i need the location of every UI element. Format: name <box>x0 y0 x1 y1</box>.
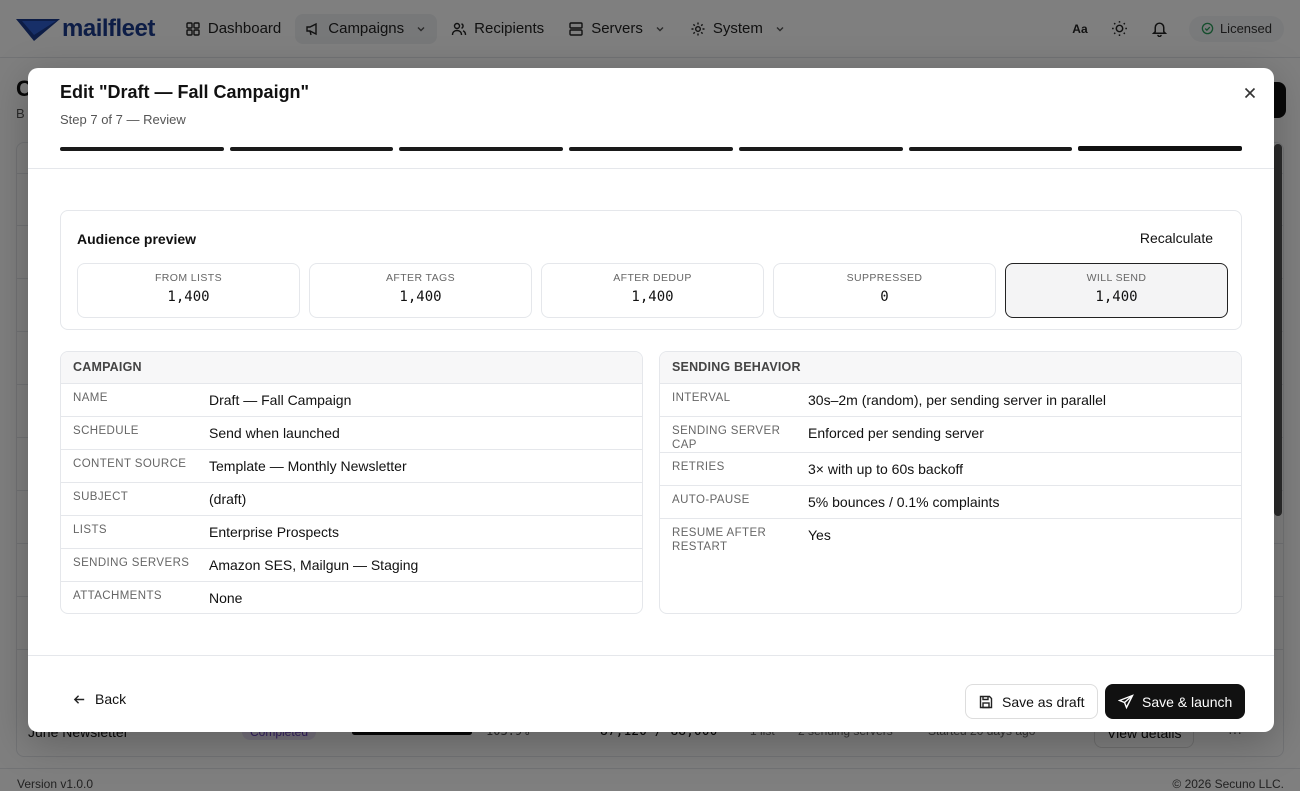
summary-row: Sending server cap Enforced per sending … <box>660 417 1241 453</box>
stat-label: From lists <box>154 272 222 284</box>
summary-key: Retries <box>672 461 725 473</box>
summary-key: Attachments <box>73 590 162 602</box>
stat-value: 1,400 <box>1095 289 1138 305</box>
summary-row: Lists Enterprise Prospects <box>61 516 642 549</box>
summary-value: 5% bounces / 0.1% complaints <box>808 494 1000 510</box>
panel-heading: CAMPAIGN <box>61 352 642 384</box>
summary-value: Enterprise Prospects <box>209 524 339 540</box>
summary-value: 30s–2m (random), per sending server in p… <box>808 392 1107 408</box>
summary-row: Auto-pause 5% bounces / 0.1% complaints <box>660 486 1241 519</box>
summary-key: Sending server cap <box>672 425 781 451</box>
summary-key: Lists <box>73 524 107 536</box>
stat-label: After dedup <box>613 272 692 284</box>
summary-key: Sending servers <box>73 557 190 569</box>
summary-key: Resume after restart <box>672 527 767 553</box>
send-icon <box>1118 693 1134 709</box>
summary-key: Auto-pause <box>672 494 750 506</box>
audience-preview: Audience preview Recalculate From lists … <box>60 210 1242 330</box>
stat-value: 1,400 <box>167 289 210 305</box>
stat-value: 0 <box>880 289 889 305</box>
summary-value: Amazon SES, Mailgun — Staging <box>209 557 419 573</box>
summary-value: 3× with up to 60s backoff <box>808 461 964 477</box>
audience-stats: From lists 1,400 After tags 1,400 After … <box>77 263 1228 318</box>
save-icon <box>979 695 993 708</box>
close-icon <box>1244 87 1256 99</box>
back-button[interactable]: Back <box>72 691 126 707</box>
stat-from-lists: From lists 1,400 <box>77 263 300 318</box>
summary-row: Content source Template — Monthly Newsle… <box>61 450 642 483</box>
header-divider <box>28 168 1274 169</box>
stat-suppressed: Suppressed 0 <box>773 263 996 318</box>
summary-key: Content source <box>73 458 187 470</box>
stat-label: Will send <box>1086 272 1147 284</box>
stat-value: 1,400 <box>631 289 674 305</box>
summary-key: Subject <box>73 491 129 503</box>
back-label: Back <box>95 691 127 707</box>
step-progress <box>60 146 1243 151</box>
summary-value: Enforced per sending server <box>808 425 984 441</box>
stat-after-dedup: After dedup 1,400 <box>541 263 764 318</box>
step-segment[interactable] <box>569 147 733 151</box>
summary-key: Interval <box>672 392 731 404</box>
edit-campaign-dialog: Edit "Draft — Fall Campaign" Step 7 of 7… <box>28 68 1274 732</box>
close-button[interactable] <box>1241 84 1259 102</box>
step-segment[interactable] <box>908 147 1073 151</box>
step-segment[interactable] <box>229 147 394 151</box>
campaign-summary-panel: CAMPAIGN Name Draft — Fall Campaign Sche… <box>60 351 643 614</box>
stat-will-send: Will send 1,400 <box>1005 263 1228 318</box>
summary-value: None <box>209 590 243 606</box>
save-draft-button[interactable]: Save as draft <box>965 684 1098 719</box>
save-draft-label: Save as draft <box>1002 693 1085 710</box>
summary-key: Schedule <box>73 425 139 437</box>
step-segment[interactable] <box>60 147 224 151</box>
stat-after-tags: After tags 1,400 <box>309 263 532 318</box>
arrow-left-icon <box>73 694 85 704</box>
summary-value: Template — Monthly Newsletter <box>209 458 407 474</box>
stat-label: Suppressed <box>846 272 923 284</box>
sending-behavior-panel: SENDING BEHAVIOR Interval 30s–2m (random… <box>659 351 1242 614</box>
summary-value: Draft — Fall Campaign <box>209 392 352 408</box>
summary-row: Subject (draft) <box>61 483 642 516</box>
summary-row: Sending servers Amazon SES, Mailgun — St… <box>61 549 642 582</box>
stat-label: After tags <box>386 272 455 284</box>
stat-value: 1,400 <box>399 289 442 305</box>
summary-key: Name <box>73 392 108 404</box>
step-segment-current[interactable] <box>1078 146 1243 151</box>
recalculate-button[interactable]: Recalculate <box>1140 230 1213 246</box>
summary-row: Name Draft — Fall Campaign <box>61 384 642 417</box>
summary-row: Attachments None <box>61 582 642 613</box>
dialog-title: Edit "Draft — Fall Campaign" <box>60 82 310 102</box>
step-segment[interactable] <box>738 147 903 151</box>
summary-row: Interval 30s–2m (random), per sending se… <box>660 384 1241 417</box>
save-launch-button[interactable]: Save & launch <box>1105 684 1246 719</box>
footer-divider <box>28 655 1274 656</box>
summary-value: Yes <box>808 527 831 543</box>
summary-row: Schedule Send when launched <box>61 417 642 450</box>
summary-value: (draft) <box>209 491 247 507</box>
summary-value: Send when launched <box>209 425 340 441</box>
step-segment[interactable] <box>399 147 564 151</box>
panel-heading: SENDING BEHAVIOR <box>660 352 1241 384</box>
step-indicator: Step 7 of 7 — Review <box>60 112 186 127</box>
summary-row: Retries 3× with up to 60s backoff <box>660 453 1241 486</box>
audience-title: Audience preview <box>77 231 197 247</box>
save-launch-label: Save & launch <box>1142 693 1233 710</box>
summary-row: Resume after restart Yes <box>660 519 1241 559</box>
